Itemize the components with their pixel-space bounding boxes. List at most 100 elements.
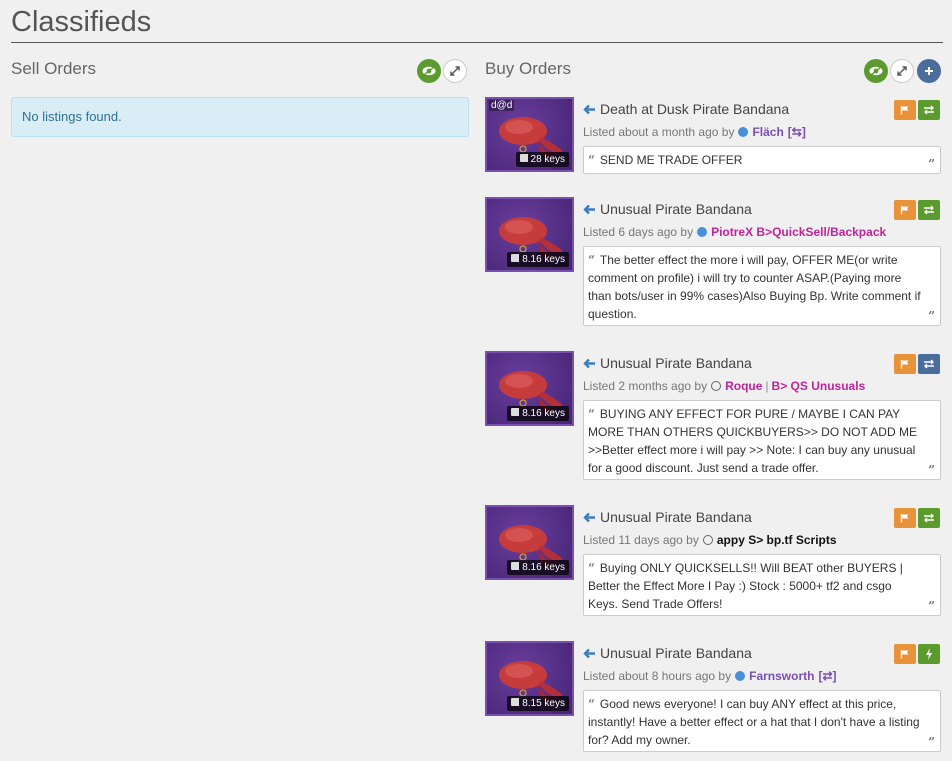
- arrow-left-icon: [583, 204, 595, 214]
- item-image[interactable]: 8.16 keys: [485, 197, 574, 272]
- user-link[interactable]: Farnsworth: [749, 669, 814, 683]
- price-badge: 8.16 keys: [507, 252, 569, 267]
- report-button[interactable]: [894, 354, 916, 374]
- price-badge: 28 keys: [515, 152, 569, 167]
- expand-icon: [897, 66, 907, 76]
- listing-actions: [894, 508, 940, 528]
- buy-listing: 8.16 keys Unusual Pirate Bandana Listed …: [485, 505, 945, 625]
- trade-arrows-icon: [924, 359, 934, 369]
- buy-toggle-visibility-button[interactable]: [864, 59, 888, 83]
- listing-comment: “Good news everyone! I can buy ANY effec…: [583, 690, 941, 752]
- listing-name[interactable]: Unusual Pirate Bandana: [583, 645, 752, 661]
- trade-button[interactable]: [918, 508, 940, 528]
- user-link[interactable]: Fläch: [752, 125, 783, 139]
- listing-comment: “The better effect the more i will pay, …: [583, 246, 941, 326]
- sell-orders-title: Sell Orders: [11, 59, 97, 78]
- trade-button[interactable]: [918, 354, 940, 374]
- arrow-left-icon: [583, 648, 595, 658]
- arrow-left-icon: [583, 104, 595, 114]
- listed-info: Listed 11 days ago by appy S> bp.tf Scri…: [583, 533, 837, 547]
- user-badge: [⇆]: [787, 125, 806, 139]
- eye-icon: [422, 66, 436, 76]
- arrow-left-icon: [583, 512, 595, 522]
- flag-icon: [900, 514, 909, 523]
- listing-name[interactable]: Unusual Pirate Bandana: [583, 355, 752, 371]
- online-status-icon: [738, 127, 749, 137]
- quote-open-icon: “: [588, 561, 595, 575]
- user-separator: |: [765, 379, 769, 393]
- flag-icon: [900, 206, 909, 215]
- trade-arrows-icon: [924, 513, 934, 523]
- report-button[interactable]: [894, 100, 916, 120]
- listed-info: Listed 2 months ago by Roque | B> QS Unu…: [583, 379, 866, 393]
- quote-open-icon: “: [588, 253, 595, 267]
- listing-name[interactable]: Unusual Pirate Bandana: [583, 201, 752, 217]
- buy-listing: d@d 28 keys Death at Dusk Pirate Bandana…: [485, 97, 945, 187]
- item-image[interactable]: d@d 28 keys: [485, 97, 574, 172]
- quote-close-icon: ”: [928, 599, 935, 613]
- trade-arrows-icon: [924, 205, 934, 215]
- item-image[interactable]: 8.16 keys: [485, 505, 574, 580]
- title-divider: [11, 42, 943, 43]
- report-button[interactable]: [894, 508, 916, 528]
- offline-status-icon: [702, 535, 713, 545]
- trade-arrows-icon: [924, 105, 934, 115]
- listing-actions: [894, 200, 940, 220]
- flag-icon: [900, 106, 909, 115]
- flag-icon: [900, 650, 909, 659]
- offline-status-icon: [711, 381, 722, 391]
- plus-icon: [925, 67, 933, 75]
- trade-button[interactable]: [918, 200, 940, 220]
- lightning-icon: [926, 648, 932, 660]
- price-tag-icon: [511, 408, 520, 416]
- online-status-icon: [697, 227, 708, 237]
- quote-close-icon: ”: [928, 157, 935, 171]
- add-buy-order-button[interactable]: [917, 59, 941, 83]
- sell-toggle-visibility-button[interactable]: [417, 59, 441, 83]
- listing-name[interactable]: Death at Dusk Pirate Bandana: [583, 101, 789, 117]
- price-badge: 8.16 keys: [507, 560, 569, 575]
- flag-icon: [900, 360, 909, 369]
- quote-open-icon: “: [588, 697, 595, 711]
- listing-comment: “Buying ONLY QUICKSELLS!! Will BEAT othe…: [583, 554, 941, 616]
- user-link[interactable]: Roque: [725, 379, 762, 393]
- price-tag-icon: [511, 254, 520, 262]
- item-image[interactable]: 8.15 keys: [485, 641, 574, 716]
- listing-comment: “SEND ME TRADE OFFER”: [583, 146, 941, 174]
- price-tag-icon: [519, 154, 528, 162]
- buy-listing: 8.16 keys Unusual Pirate Bandana Listed …: [485, 197, 945, 337]
- arrow-left-icon: [583, 358, 595, 368]
- item-image[interactable]: 8.16 keys: [485, 351, 574, 426]
- sell-empty-message: No listings found.: [11, 97, 469, 137]
- eye-icon: [869, 66, 883, 76]
- listed-info: Listed about 8 hours ago by Farnsworth […: [583, 669, 837, 683]
- effect-label: d@d: [489, 100, 515, 111]
- page-title: Classifieds: [11, 6, 152, 38]
- report-button[interactable]: [894, 200, 916, 220]
- listed-info: Listed 6 days ago by PiotreX B>QuickSell…: [583, 225, 887, 239]
- price-tag-icon: [511, 698, 520, 706]
- instant-trade-button[interactable]: [918, 644, 940, 664]
- listing-actions: [894, 644, 940, 664]
- price-tag-icon: [511, 562, 520, 570]
- user-badge: [⇄]: [818, 669, 837, 683]
- user-link[interactable]: appy S> bp.tf Scripts: [717, 533, 837, 547]
- sell-expand-button[interactable]: [443, 59, 467, 83]
- price-badge: 8.16 keys: [507, 406, 569, 421]
- trade-button[interactable]: [918, 100, 940, 120]
- listing-comment: “BUYING ANY EFFECT FOR PURE / MAYBE I CA…: [583, 400, 941, 480]
- classifieds-page: Classifieds Sell Orders No listings foun…: [0, 0, 952, 761]
- price-badge: 8.15 keys: [507, 696, 569, 711]
- buy-listing: 8.16 keys Unusual Pirate Bandana Listed …: [485, 351, 945, 491]
- buy-orders-title: Buy Orders: [485, 59, 571, 78]
- listing-name[interactable]: Unusual Pirate Bandana: [583, 509, 752, 525]
- quote-open-icon: “: [588, 407, 595, 421]
- quote-close-icon: ”: [928, 309, 935, 323]
- report-button[interactable]: [894, 644, 916, 664]
- user-link-extra[interactable]: B> QS Unusuals: [772, 379, 866, 393]
- listing-actions: [894, 100, 940, 120]
- buy-expand-button[interactable]: [890, 59, 914, 83]
- expand-icon: [450, 66, 460, 76]
- user-link[interactable]: PiotreX B>QuickSell/Backpack: [711, 225, 886, 239]
- quote-close-icon: ”: [928, 735, 935, 749]
